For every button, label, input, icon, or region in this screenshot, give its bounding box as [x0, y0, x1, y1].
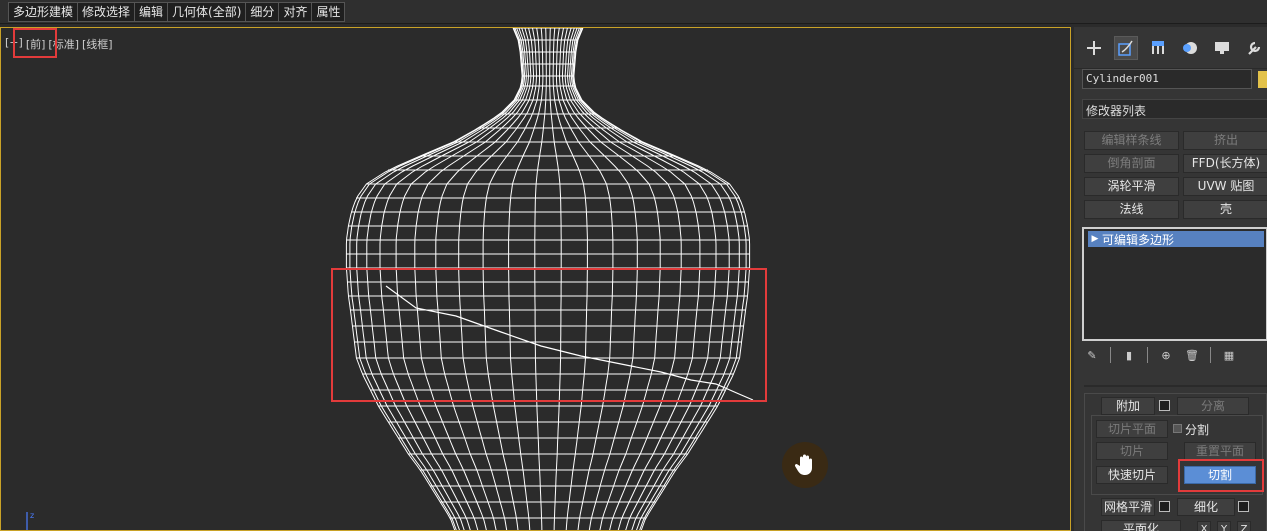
- tessellate-button[interactable]: 细化: [1177, 498, 1235, 516]
- modifier-sets: 编辑样条线 挤出 倒角剖面 FFD(长方体) 涡轮平滑 UVW 贴图 法线 壳: [1084, 131, 1267, 219]
- planarize-x-button[interactable]: X: [1197, 521, 1211, 531]
- stack-toolbar: ✎ ▮ ⊕ 🗑 ▦: [1084, 347, 1237, 363]
- ffd-box-button[interactable]: FFD(长方体): [1183, 154, 1267, 173]
- tessellate-settings-icon[interactable]: [1238, 501, 1249, 512]
- modify-icon[interactable]: [1114, 35, 1138, 60]
- bevel-profile-button[interactable]: 倒角剖面: [1084, 154, 1179, 173]
- expand-arrow-icon[interactable]: ▶: [1088, 234, 1102, 244]
- motion-icon[interactable]: [1178, 36, 1202, 60]
- planarize-z-button[interactable]: Z: [1237, 521, 1251, 531]
- separator: [1210, 347, 1211, 363]
- menu-poly-modeling[interactable]: 多边形建模: [9, 3, 79, 21]
- cut-region-highlight-box: [331, 268, 767, 402]
- utilities-icon[interactable]: [1242, 36, 1266, 60]
- command-panel: Cylinder001 修改器列表 编辑样条线 挤出 倒角剖面 FFD(长方体)…: [1074, 27, 1267, 531]
- configure-sets-icon[interactable]: ▦: [1221, 347, 1237, 363]
- axis-gizmo-icon: z: [26, 511, 34, 530]
- cut-button-highlight-box: [1178, 459, 1264, 492]
- split-label: 分割: [1185, 423, 1210, 437]
- ribbon-bar: 多边形建模 修改选择 编辑 几何体(全部) 细分 对齐 属性: [0, 0, 1267, 24]
- planarize-y-button[interactable]: Y: [1217, 521, 1231, 531]
- menu-align[interactable]: 对齐: [279, 3, 313, 21]
- attach-settings-icon[interactable]: [1159, 400, 1170, 411]
- menu-geometry-all[interactable]: 几何体(全部): [168, 3, 247, 21]
- menu-properties[interactable]: 属性: [312, 3, 344, 21]
- meshsmooth-button[interactable]: 网格平滑: [1101, 498, 1155, 516]
- remove-modifier-icon[interactable]: 🗑: [1184, 347, 1200, 363]
- ribbon-menu: 多边形建模 修改选择 编辑 几何体(全部) 细分 对齐 属性: [8, 2, 346, 22]
- pin-stack-icon[interactable]: ✎: [1084, 347, 1100, 363]
- stack-item-label: 可编辑多边形: [1102, 232, 1175, 247]
- modifier-stack: ▶ 可编辑多边形: [1082, 227, 1267, 341]
- create-icon[interactable]: [1082, 36, 1106, 60]
- menu-edit[interactable]: 编辑: [135, 3, 169, 21]
- modifier-list-dropdown[interactable]: 修改器列表: [1082, 99, 1267, 119]
- show-end-result-icon[interactable]: ▮: [1121, 347, 1137, 363]
- turbosmooth-button[interactable]: 涡轮平滑: [1084, 177, 1179, 196]
- front-viewport[interactable]: [+] [前] [标准] [线框] z: [0, 27, 1071, 531]
- uvw-map-button[interactable]: UVW 贴图: [1183, 177, 1267, 196]
- slice-plane-button[interactable]: 切片平面: [1096, 420, 1168, 438]
- stack-item-editable-poly[interactable]: ▶ 可编辑多边形: [1088, 231, 1264, 247]
- slice-group: 切片平面 分割 切片 重置平面 快速切片 切割: [1091, 415, 1264, 495]
- svg-text:z: z: [30, 511, 34, 520]
- object-name-field[interactable]: Cylinder001: [1082, 69, 1252, 89]
- separator: [1147, 347, 1148, 363]
- hierarchy-icon[interactable]: [1146, 36, 1170, 60]
- command-tabs: [1074, 27, 1267, 69]
- planarize-button[interactable]: 平面化: [1101, 520, 1181, 531]
- pan-hand-icon: [782, 442, 828, 488]
- menu-subdivision[interactable]: 细分: [246, 3, 280, 21]
- slice-button[interactable]: 切片: [1096, 442, 1168, 460]
- menu-modify-selection[interactable]: 修改选择: [78, 3, 136, 21]
- edit-spline-button[interactable]: 编辑样条线: [1084, 131, 1179, 150]
- edit-geometry-rollout: 附加 分离 切片平面 分割 切片 重置平面 快速切片 切割 网格平滑 细化 平面…: [1084, 393, 1267, 531]
- extrude-button[interactable]: 挤出: [1183, 131, 1267, 150]
- detach-button[interactable]: 分离: [1177, 397, 1249, 415]
- separator: [1110, 347, 1111, 363]
- split-checkbox[interactable]: [1173, 424, 1182, 433]
- attach-button[interactable]: 附加: [1101, 397, 1155, 415]
- normal-button[interactable]: 法线: [1084, 200, 1179, 219]
- shell-button[interactable]: 壳: [1183, 200, 1267, 219]
- reset-plane-button[interactable]: 重置平面: [1184, 442, 1256, 460]
- display-icon[interactable]: [1210, 36, 1234, 60]
- make-unique-icon[interactable]: ⊕: [1158, 347, 1174, 363]
- quick-slice-button[interactable]: 快速切片: [1096, 466, 1168, 484]
- object-color-swatch[interactable]: [1258, 71, 1267, 88]
- meshsmooth-settings-icon[interactable]: [1159, 501, 1170, 512]
- rollout-divider: [1084, 385, 1267, 387]
